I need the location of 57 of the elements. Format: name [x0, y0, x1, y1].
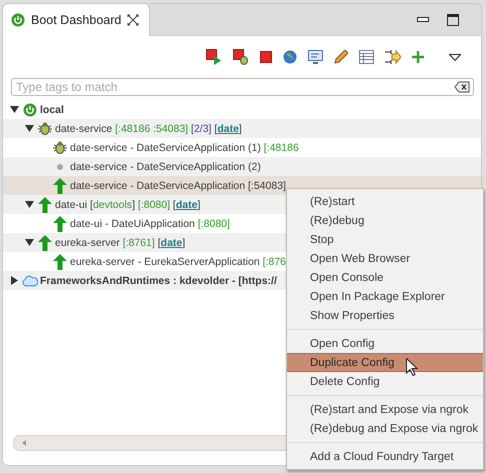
- menu-item[interactable]: Open Console: [287, 268, 483, 287]
- up-arrow-icon: [53, 254, 67, 270]
- tree-label: eureka-server [:8761] [date]: [55, 236, 186, 248]
- debug-icon[interactable]: [233, 49, 249, 65]
- monitor-icon[interactable]: [308, 50, 323, 64]
- expanded-arrow-icon[interactable]: [24, 201, 34, 208]
- menu-item[interactable]: Add a Cloud Foundry Target: [287, 447, 483, 466]
- expanded-arrow-icon[interactable]: [10, 106, 18, 113]
- minimize-icon[interactable]: [417, 16, 429, 22]
- tree-label: date-ui - DateUiApplication [:8080]: [70, 218, 230, 230]
- view-tab[interactable]: Boot Dashboard: [3, 4, 150, 36]
- tree-label: date-service - DateServiceApplication (2): [70, 160, 261, 172]
- tree-label: date-ui [devtools] [:8080] [date]: [55, 198, 200, 210]
- menu-item[interactable]: (Re)debug: [287, 211, 483, 230]
- up-arrow-icon: [38, 234, 52, 250]
- plus-icon[interactable]: [412, 51, 424, 63]
- tree-label: FrameworksAndRuntimes : kdevolder - [https://: [40, 274, 277, 286]
- expanded-arrow-icon[interactable]: [24, 125, 34, 132]
- power-icon: [23, 102, 37, 116]
- tree-row[interactable]: date-service [:48186 :54083] [2/3] [date]: [3, 119, 481, 138]
- collapsed-arrow-icon[interactable]: [10, 276, 18, 285]
- tree-label: date-service - DateServiceApplication (1) [:48186: [70, 142, 299, 154]
- pencil-icon[interactable]: [334, 50, 348, 64]
- up-arrow-icon: [38, 196, 52, 212]
- expanded-arrow-icon[interactable]: [24, 239, 34, 246]
- tree-row[interactable]: local: [3, 100, 481, 119]
- tree-label: eureka-server - EurekaServerApplication [:876: [70, 256, 286, 268]
- view-menu-icon[interactable]: [449, 54, 461, 60]
- menu-item[interactable]: Open Config: [287, 334, 483, 353]
- close-icon[interactable]: [127, 14, 140, 26]
- up-arrow-icon: [53, 178, 67, 194]
- bug-icon: [52, 140, 68, 156]
- cloud-icon: [22, 272, 38, 288]
- tree-label: date-service - DateServiceApplication [:54083]: [70, 180, 286, 192]
- dot-icon: [56, 162, 64, 170]
- restart-icon[interactable]: [206, 49, 222, 65]
- expose-arrows-icon[interactable]: [385, 50, 401, 64]
- menu-item[interactable]: (Re)debug and Expose via ngrok: [287, 419, 483, 438]
- tree-row[interactable]: date-service - DateServiceApplication (2): [3, 157, 481, 176]
- menu-item[interactable]: (Re)start and Expose via ngrok: [287, 400, 483, 419]
- filter-field[interactable]: Type tags to match: [11, 78, 474, 96]
- menu-item[interactable]: Delete Config: [287, 372, 483, 391]
- maximize-icon[interactable]: [447, 14, 459, 26]
- menu-item[interactable]: (Re)start: [287, 192, 483, 211]
- tree-label: date-service [:48186 :54083] [2/3] [date]: [55, 122, 242, 134]
- menu-item[interactable]: Open In Package Explorer: [287, 287, 483, 306]
- globe-icon[interactable]: [283, 50, 297, 64]
- menu-item[interactable]: Show Properties: [287, 306, 483, 325]
- tree-label: local: [40, 104, 64, 116]
- menu-item[interactable]: Open Web Browser: [287, 249, 483, 268]
- bug-icon: [37, 120, 53, 136]
- tree-row[interactable]: date-service - DateServiceApplication (1) [:48186: [3, 138, 481, 157]
- menu-item[interactable]: Stop: [287, 230, 483, 249]
- table-icon[interactable]: [359, 50, 374, 64]
- mouse-cursor-icon: [406, 358, 418, 376]
- power-icon: [11, 13, 25, 27]
- up-arrow-icon: [53, 216, 67, 232]
